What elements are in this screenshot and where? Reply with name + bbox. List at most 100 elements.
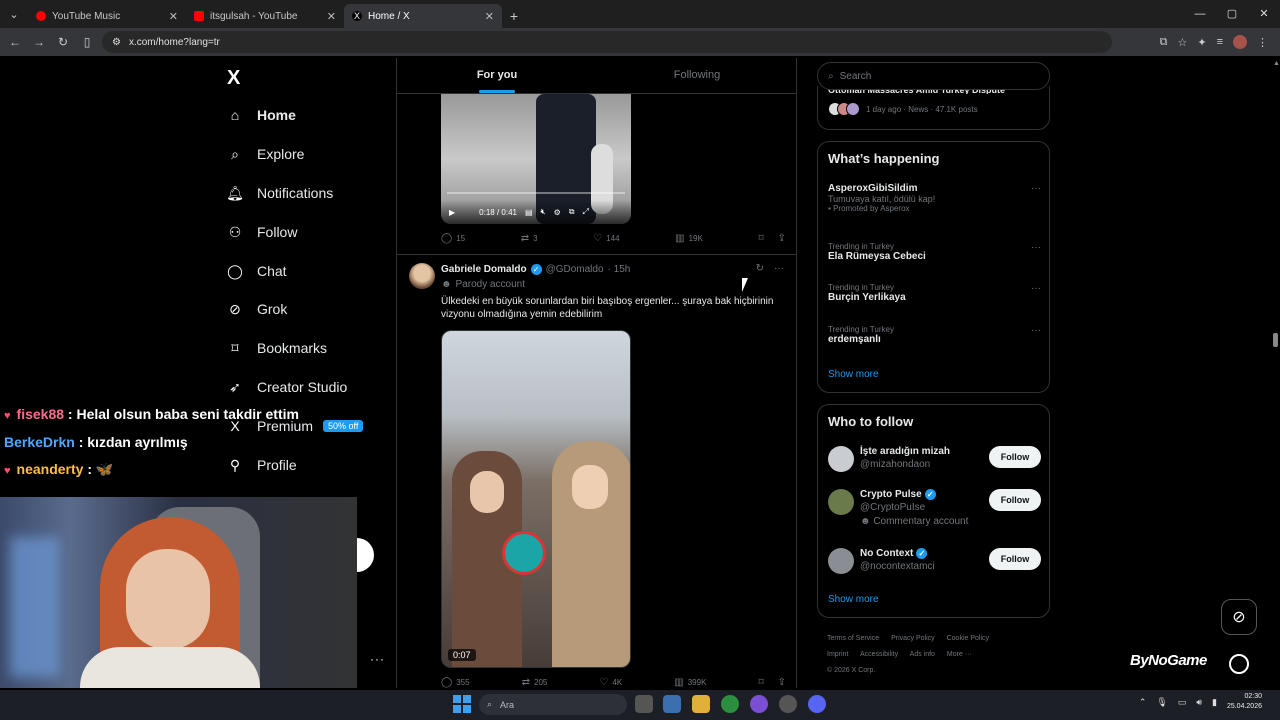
follow-button[interactable]: Follow (989, 446, 1041, 468)
captions-icon[interactable]: ▤ (525, 208, 533, 217)
taskbar-search[interactable]: ⌕ Ara (479, 694, 627, 715)
scroll-up-arrow-icon[interactable]: ▲ (1273, 60, 1280, 67)
grok-floating-button[interactable]: ⊘ (1221, 599, 1257, 635)
battery-icon[interactable]: ▮ (1212, 697, 1217, 708)
footer-link[interactable]: Terms of Service (827, 635, 879, 642)
menu-kebab-icon[interactable]: ⋮ (1257, 36, 1268, 49)
show-more-link[interactable]: Show more (828, 369, 879, 380)
windows-start-icon[interactable] (453, 695, 471, 713)
microphone-icon[interactable]: 🎙︎ (1156, 697, 1167, 708)
bookmark-icon[interactable]: ⌑ (758, 233, 763, 244)
close-tab-icon[interactable]: ✕ (327, 10, 336, 23)
obs-icon[interactable] (750, 695, 768, 713)
site-info-icon[interactable]: ⚙ (112, 37, 121, 48)
fullscreen-icon[interactable]: ⤢ (582, 207, 588, 217)
nav-notifications[interactable]: 🔔︎ Notifications (226, 185, 333, 202)
news-card[interactable]: Ottoman Massacres Amid Turkey Dispute 1 … (817, 86, 1050, 130)
extensions-icon[interactable]: ✦ (1197, 36, 1206, 49)
file-explorer-icon[interactable] (692, 695, 710, 713)
repost-button[interactable]: ⇄ 3 (521, 233, 538, 244)
close-tab-icon[interactable]: ✕ (485, 10, 494, 23)
forward-arrow-icon[interactable]: → (30, 35, 48, 49)
footer-link[interactable]: Ads info (910, 651, 935, 658)
repost-button[interactable]: ⇄ 205 (522, 677, 548, 688)
nav-bookmarks[interactable]: ⌑ Bookmarks (227, 340, 327, 357)
bookmark-icon[interactable]: ⌑ (758, 677, 763, 688)
follow-button[interactable]: Follow (989, 548, 1041, 570)
close-window-icon[interactable]: ✕ (1248, 0, 1280, 28)
post-video[interactable]: 0:07 (441, 330, 631, 668)
tab-youtube-channel[interactable]: itsgulsah - YouTube ✕ (186, 4, 344, 28)
nav-explore[interactable]: ⌕ Explore (227, 146, 304, 163)
search-input[interactable]: ⌕ Search (817, 62, 1050, 90)
trend-item[interactable]: Trending in Turkey Burçin Yerlikaya ··· (828, 283, 1041, 303)
more-options-icon[interactable]: ··· (774, 263, 784, 274)
nav-profile[interactable]: ⚲ Profile (227, 457, 297, 474)
avatar[interactable] (828, 446, 854, 472)
more-options-icon[interactable]: ··· (1031, 325, 1041, 336)
author-name[interactable]: Gabriele Domaldo (441, 264, 527, 275)
sidebar-toggle-icon[interactable]: ▯ (78, 35, 96, 49)
footer-link[interactable]: Accessibility (860, 651, 898, 658)
tray-chevron-icon[interactable]: ⌃ (1139, 697, 1147, 708)
mute-icon[interactable]: 🔇︎ (541, 207, 546, 217)
nav-creator-studio[interactable]: ➶ Creator Studio (227, 379, 347, 396)
share-icon[interactable]: ⇪ (778, 677, 786, 688)
nav-grok[interactable]: ⊘ Grok (227, 301, 287, 318)
avatar[interactable] (828, 548, 854, 574)
author-avatar[interactable] (409, 263, 435, 289)
post-time[interactable]: · 15h (608, 264, 631, 275)
clock[interactable]: 02:30 25.04.2026 (1227, 692, 1262, 712)
footer-link[interactable]: Cookie Policy (947, 635, 989, 642)
footer-link[interactable]: Privacy Policy (891, 635, 935, 642)
back-arrow-icon[interactable]: ← (6, 35, 24, 49)
grok-explain-icon[interactable]: ↻ (756, 263, 764, 274)
footer-link[interactable]: More ··· (947, 651, 972, 658)
close-tab-icon[interactable]: ✕ (169, 10, 178, 23)
x-logo[interactable]: X (227, 67, 240, 90)
views-button[interactable]: ▥ 19K (675, 233, 703, 244)
page-scrollbar[interactable] (1271, 58, 1280, 688)
play-icon[interactable]: ▶ (449, 208, 455, 217)
post-button[interactable] (356, 538, 374, 572)
author-handle[interactable]: @GDomaldo (546, 264, 604, 275)
bookmark-star-icon[interactable]: ☆ (1177, 36, 1187, 49)
pip-icon[interactable]: ⧉ (569, 207, 575, 217)
like-button[interactable]: ♡ 4K (599, 677, 622, 688)
follow-suggestion[interactable]: Crypto Pulse ✓ @CryptoPuIse ☻ Commentary … (828, 489, 1041, 529)
settings-gear-icon[interactable] (779, 695, 797, 713)
video-progress-bar[interactable] (447, 192, 625, 194)
more-options-icon[interactable]: ··· (1031, 183, 1041, 194)
tab-youtube-music[interactable]: YouTube Music ✕ (28, 4, 186, 28)
volume-icon[interactable]: 🔊︎ (1196, 697, 1202, 708)
tab-search-chevron-icon[interactable]: ⌄ (0, 0, 28, 28)
avatar[interactable] (828, 489, 854, 515)
tab-x-home[interactable]: X Home / X ✕ (344, 4, 502, 28)
reading-list-icon[interactable]: ≡ (1217, 36, 1223, 48)
scroll-thumb[interactable] (1273, 333, 1278, 347)
store-icon[interactable] (663, 695, 681, 713)
post-video[interactable]: ▶ 0:18 / 0:41 ▤ 🔇︎ ⚙ ⧉ ⤢ (441, 94, 631, 224)
views-button[interactable]: ▥ 399K (674, 677, 706, 688)
reply-button[interactable]: ◯ 15 (441, 233, 465, 244)
new-tab-button[interactable]: + (502, 4, 526, 28)
nav-chat[interactable]: ◯ Chat (227, 263, 286, 280)
install-app-icon[interactable]: ⧉ (1160, 36, 1168, 49)
minimize-icon[interactable]: — (1184, 0, 1216, 28)
nav-home[interactable]: ⌂ Home (227, 107, 296, 123)
tab-following[interactable]: Following (597, 58, 796, 93)
maximize-icon[interactable]: ▢ (1216, 0, 1248, 28)
like-button[interactable]: ♡ 144 (593, 233, 619, 244)
display-icon[interactable]: ▭ (1178, 697, 1187, 708)
more-options-icon[interactable]: ··· (1031, 283, 1041, 294)
more-options-icon[interactable]: ··· (1031, 242, 1041, 253)
settings-icon[interactable]: ⚙ (554, 208, 561, 217)
follow-button[interactable]: Follow (989, 489, 1041, 511)
address-bar[interactable]: ⚙ x.com/home?lang=tr (102, 31, 1112, 53)
share-icon[interactable]: ⇪ (778, 233, 786, 244)
nav-follow[interactable]: ⚇ Follow (227, 224, 298, 241)
trend-item[interactable]: Trending in Turkey Ela Rümeysa Cebeci ··… (828, 242, 1041, 262)
trend-item[interactable]: Trending in Turkey erdemşanlı ··· (828, 325, 1041, 345)
profile-avatar[interactable] (1233, 35, 1247, 49)
trend-item[interactable]: AsperoxGibiSildim Tumuvaya katıl, ödülü … (828, 183, 1041, 213)
